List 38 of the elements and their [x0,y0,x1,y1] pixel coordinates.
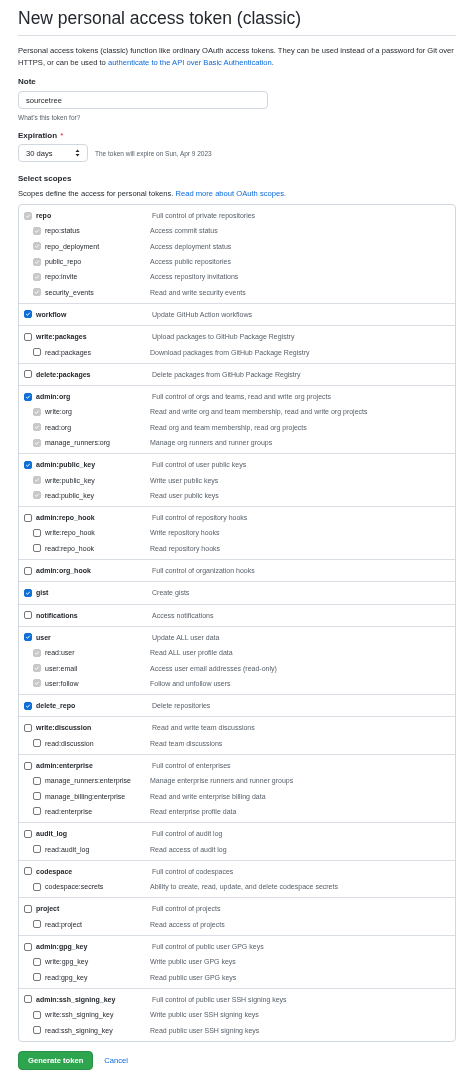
checkbox[interactable] [33,957,41,966]
checkbox[interactable] [24,723,32,732]
section-heading: Select scopes [18,174,73,183]
checkbox[interactable] [33,1026,41,1034]
checkbox[interactable] [24,633,32,642]
checkbox[interactable] [24,995,32,1004]
checkbox[interactable] [24,904,32,913]
checkbox[interactable] [24,867,32,876]
checkbox[interactable] [33,739,41,748]
checkbox[interactable] [24,370,32,379]
page-title: New personal access token (classic) [18,8,456,36]
checkbox[interactable] [24,611,32,620]
checkbox[interactable] [33,792,41,801]
checkbox[interactable] [24,460,32,469]
checkbox[interactable] [24,701,32,710]
checkbox[interactable] [24,332,32,341]
checkbox[interactable] [33,882,41,891]
checkbox[interactable] [24,829,32,838]
checkbox[interactable] [24,392,32,401]
checkbox[interactable] [33,529,41,537]
checkbox[interactable] [24,942,32,951]
checkbox[interactable] [33,845,41,854]
checkbox[interactable] [33,920,41,929]
required-mark: * [60,131,64,140]
checkbox[interactable] [24,761,32,770]
checkbox[interactable] [24,566,32,575]
checkbox[interactable] [33,1010,41,1019]
checkbox[interactable] [33,544,41,553]
checkbox[interactable] [24,588,32,597]
checkbox[interactable] [24,310,32,319]
checkbox[interactable] [33,348,41,356]
checkbox[interactable] [24,513,32,522]
field-label: Expiration [18,131,58,140]
select-arrows-icon [75,149,80,157]
checkbox[interactable] [33,973,41,982]
field-label: Note [18,77,37,86]
checkbox[interactable] [33,807,41,816]
checkbox[interactable] [33,776,41,785]
